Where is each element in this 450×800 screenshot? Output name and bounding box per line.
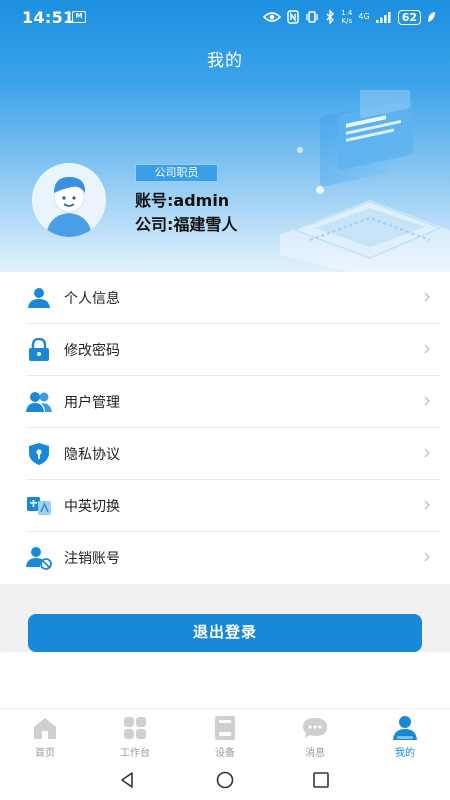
user-remove-icon <box>26 545 52 571</box>
tab-home[interactable]: 首页 <box>0 709 90 760</box>
tab-workbench[interactable]: 工作台 <box>90 709 180 760</box>
menu-item-label: 注销账号 <box>64 551 120 567</box>
tab-devices[interactable]: 设备 <box>180 709 270 760</box>
settings-menu: 个人信息 修改密码 用户管理 隐私协议 中英切换 注销账号 <box>0 272 450 584</box>
tab-label: 消息 <box>305 748 325 759</box>
menu-item-change-password[interactable]: 修改密码 <box>26 324 440 376</box>
home-icon <box>34 718 56 739</box>
system-navigation-bar <box>0 760 450 800</box>
grid-icon <box>124 717 146 739</box>
network-speed: 1.4 K/s <box>341 9 352 25</box>
menu-item-label: 个人信息 <box>64 290 120 307</box>
menu-item-label: 用户管理 <box>64 394 120 411</box>
chevron-right-icon <box>424 396 430 406</box>
profile-icon <box>393 716 417 740</box>
menu-item-user-management[interactable]: 用户管理 <box>26 376 440 428</box>
network-type: 4G <box>358 12 370 21</box>
profile-header: 14:51 M 1.4 K/s 4G 62 我的 公司职员 账号:admin 公… <box>0 0 450 272</box>
nfc-icon <box>287 10 299 24</box>
speed-unit: K/s <box>341 17 353 25</box>
tab-messages[interactable]: 消息 <box>270 709 360 760</box>
page-title: 我的 <box>207 51 243 71</box>
menu-item-label: 修改密码 <box>64 342 120 359</box>
menu-item-language-switch[interactable]: 中英切换 <box>26 480 440 532</box>
eye-icon <box>263 12 282 22</box>
message-icon <box>303 718 327 738</box>
role-badge: 公司职员 <box>135 164 218 182</box>
avatar[interactable] <box>32 163 106 237</box>
speed-value: 1.4 <box>341 9 353 17</box>
tab-label: 我的 <box>395 748 415 759</box>
status-time: 14:51 <box>22 8 75 27</box>
menu-item-label: 中英切换 <box>64 498 120 515</box>
menu-item-personal-info[interactable]: 个人信息 <box>26 272 440 324</box>
tab-label: 设备 <box>215 748 235 759</box>
logout-button[interactable]: 退出登录 <box>28 614 422 652</box>
chevron-right-icon <box>424 500 430 510</box>
bluetooth-icon <box>326 10 335 24</box>
avatar-illustration-icon <box>32 163 106 237</box>
tab-label: 工作台 <box>120 748 150 759</box>
menu-item-delete-account[interactable]: 注销账号 <box>26 532 440 584</box>
notification-icon: M <box>72 11 86 23</box>
vibrate-icon <box>306 11 318 23</box>
chevron-right-icon <box>424 448 430 458</box>
account-label: 账号:admin <box>135 191 230 210</box>
recents-icon[interactable] <box>311 770 331 790</box>
header-illustration <box>280 90 450 272</box>
device-icon <box>215 716 235 740</box>
lock-icon <box>26 337 52 363</box>
chevron-right-icon <box>424 292 430 302</box>
tab-profile[interactable]: 我的 <box>360 709 450 760</box>
users-icon <box>26 389 52 415</box>
signal-icon <box>375 12 391 23</box>
person-icon <box>26 285 52 311</box>
tab-label: 首页 <box>35 748 55 759</box>
home-button-icon[interactable] <box>215 770 235 790</box>
menu-item-label: 隐私协议 <box>64 446 120 463</box>
company-label: 公司:福建雪人 <box>135 215 238 234</box>
language-icon <box>26 493 52 519</box>
bottom-tab-bar: 首页 工作台 设备 消息 我的 <box>0 708 450 760</box>
back-icon[interactable] <box>118 770 138 790</box>
status-icons: 1.4 K/s 4G 62 <box>263 8 436 26</box>
chevron-right-icon <box>424 344 430 354</box>
leaf-icon <box>428 12 435 22</box>
shield-icon <box>26 441 52 467</box>
menu-item-privacy-policy[interactable]: 隐私协议 <box>26 428 440 480</box>
status-bar: 14:51 M 1.4 K/s 4G 62 <box>0 0 450 34</box>
battery-indicator: 62 <box>397 9 421 25</box>
chevron-right-icon <box>424 552 430 562</box>
